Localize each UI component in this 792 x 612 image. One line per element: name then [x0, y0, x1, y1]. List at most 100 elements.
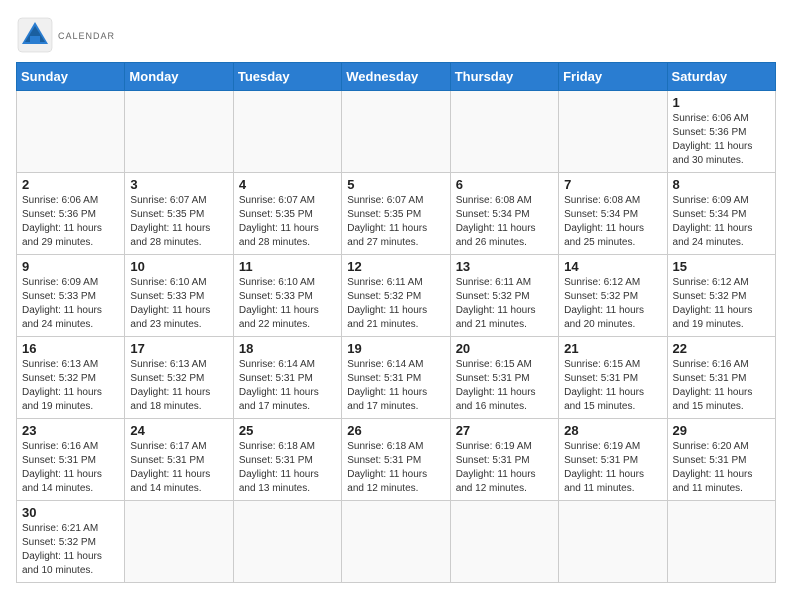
day-info: Sunrise: 6:15 AM Sunset: 5:31 PM Dayligh…	[456, 358, 553, 414]
day-number: 4	[239, 177, 336, 192]
day-number: 2	[22, 177, 119, 192]
day-info: Sunrise: 6:06 AM Sunset: 5:36 PM Dayligh…	[22, 194, 119, 250]
calendar-cell	[667, 501, 775, 583]
calendar-cell: 21 Sunrise: 6:15 AM Sunset: 5:31 PM Dayli…	[559, 337, 667, 419]
calendar-cell	[342, 501, 450, 583]
day-info: Sunrise: 6:08 AM Sunset: 5:34 PM Dayligh…	[456, 194, 553, 250]
day-number: 24	[130, 423, 227, 438]
weekday-header-thursday: Thursday	[450, 63, 558, 91]
weekday-header-wednesday: Wednesday	[342, 63, 450, 91]
day-info: Sunrise: 6:15 AM Sunset: 5:31 PM Dayligh…	[564, 358, 661, 414]
day-info: Sunrise: 6:09 AM Sunset: 5:33 PM Dayligh…	[22, 276, 119, 332]
day-info: Sunrise: 6:09 AM Sunset: 5:34 PM Dayligh…	[673, 194, 770, 250]
weekday-header-friday: Friday	[559, 63, 667, 91]
day-info: Sunrise: 6:13 AM Sunset: 5:32 PM Dayligh…	[130, 358, 227, 414]
day-info: Sunrise: 6:07 AM Sunset: 5:35 PM Dayligh…	[130, 194, 227, 250]
day-info: Sunrise: 6:11 AM Sunset: 5:32 PM Dayligh…	[456, 276, 553, 332]
day-number: 7	[564, 177, 661, 192]
day-number: 28	[564, 423, 661, 438]
day-info: Sunrise: 6:07 AM Sunset: 5:35 PM Dayligh…	[239, 194, 336, 250]
day-info: Sunrise: 6:11 AM Sunset: 5:32 PM Dayligh…	[347, 276, 444, 332]
day-number: 23	[22, 423, 119, 438]
calendar-cell: 26Sunrise: 6:18 AM Sunset: 5:31 PM Dayli…	[342, 419, 450, 501]
calendar-cell: 3 Sunrise: 6:07 AM Sunset: 5:35 PM Daylig…	[125, 173, 233, 255]
day-number: 3	[130, 177, 227, 192]
calendar-cell	[17, 91, 125, 173]
calendar-cell: 24Sunrise: 6:17 AM Sunset: 5:31 PM Dayli…	[125, 419, 233, 501]
day-number: 13	[456, 259, 553, 274]
calendar-cell: 8 Sunrise: 6:09 AM Sunset: 5:34 PM Daylig…	[667, 173, 775, 255]
day-number: 1	[673, 95, 770, 110]
day-info: Sunrise: 6:07 AM Sunset: 5:35 PM Dayligh…	[347, 194, 444, 250]
day-number: 10	[130, 259, 227, 274]
calendar-cell: 27 Sunrise: 6:19 AM Sunset: 5:31 PM Dayli…	[450, 419, 558, 501]
day-number: 15	[673, 259, 770, 274]
calendar-cell: 13 Sunrise: 6:11 AM Sunset: 5:32 PM Dayli…	[450, 255, 558, 337]
day-number: 16	[22, 341, 119, 356]
day-number: 11	[239, 259, 336, 274]
header: CALENDAR	[16, 16, 776, 54]
day-number: 25	[239, 423, 336, 438]
day-info: Sunrise: 6:19 AM Sunset: 5:31 PM Dayligh…	[564, 440, 661, 496]
day-info: Sunrise: 6:06 AM Sunset: 5:36 PM Dayligh…	[673, 112, 770, 168]
day-number: 30	[22, 505, 119, 520]
day-info: Sunrise: 6:18 AM Sunset: 5:31 PM Dayligh…	[239, 440, 336, 496]
day-number: 21	[564, 341, 661, 356]
day-info: Sunrise: 6:08 AM Sunset: 5:34 PM Dayligh…	[564, 194, 661, 250]
calendar-cell: 11 Sunrise: 6:10 AM Sunset: 5:33 PM Dayli…	[233, 255, 341, 337]
logo: CALENDAR	[16, 16, 115, 54]
calendar-cell	[559, 501, 667, 583]
day-info: Sunrise: 6:16 AM Sunset: 5:31 PM Dayligh…	[673, 358, 770, 414]
day-info: Sunrise: 6:12 AM Sunset: 5:32 PM Dayligh…	[564, 276, 661, 332]
calendar-cell: 25 Sunrise: 6:18 AM Sunset: 5:31 PM Dayli…	[233, 419, 341, 501]
calendar-table: SundayMondayTuesdayWednesdayThursdayFrid…	[16, 62, 776, 583]
calendar-cell: 29 Sunrise: 6:20 AM Sunset: 5:31 PM Dayli…	[667, 419, 775, 501]
calendar-cell: 14 Sunrise: 6:12 AM Sunset: 5:32 PM Dayli…	[559, 255, 667, 337]
day-info: Sunrise: 6:21 AM Sunset: 5:32 PM Dayligh…	[22, 522, 119, 578]
day-number: 19	[347, 341, 444, 356]
day-number: 20	[456, 341, 553, 356]
day-number: 5	[347, 177, 444, 192]
day-number: 17	[130, 341, 227, 356]
calendar-cell: 28 Sunrise: 6:19 AM Sunset: 5:31 PM Dayli…	[559, 419, 667, 501]
day-number: 18	[239, 341, 336, 356]
day-info: Sunrise: 6:20 AM Sunset: 5:31 PM Dayligh…	[673, 440, 770, 496]
calendar-cell	[342, 91, 450, 173]
calendar-cell: 5 Sunrise: 6:07 AM Sunset: 5:35 PM Daylig…	[342, 173, 450, 255]
calendar-cell: 10 Sunrise: 6:10 AM Sunset: 5:33 PM Dayli…	[125, 255, 233, 337]
calendar-cell	[233, 91, 341, 173]
calendar-cell	[450, 501, 558, 583]
day-number: 6	[456, 177, 553, 192]
calendar-cell	[233, 501, 341, 583]
day-info: Sunrise: 6:19 AM Sunset: 5:31 PM Dayligh…	[456, 440, 553, 496]
day-number: 27	[456, 423, 553, 438]
calendar-cell	[125, 501, 233, 583]
day-info: Sunrise: 6:10 AM Sunset: 5:33 PM Dayligh…	[239, 276, 336, 332]
calendar-cell: 22Sunrise: 6:16 AM Sunset: 5:31 PM Dayli…	[667, 337, 775, 419]
calendar-cell: 23 Sunrise: 6:16 AM Sunset: 5:31 PM Dayli…	[17, 419, 125, 501]
day-info: Sunrise: 6:16 AM Sunset: 5:31 PM Dayligh…	[22, 440, 119, 496]
day-info: Sunrise: 6:10 AM Sunset: 5:33 PM Dayligh…	[130, 276, 227, 332]
calendar-cell: 15 Sunrise: 6:12 AM Sunset: 5:32 PM Dayli…	[667, 255, 775, 337]
calendar-cell: 1 Sunrise: 6:06 AM Sunset: 5:36 PM Daylig…	[667, 91, 775, 173]
calendar-cell: 19Sunrise: 6:14 AM Sunset: 5:31 PM Dayli…	[342, 337, 450, 419]
day-number: 12	[347, 259, 444, 274]
calendar-cell: 17 Sunrise: 6:13 AM Sunset: 5:32 PM Dayli…	[125, 337, 233, 419]
day-info: Sunrise: 6:18 AM Sunset: 5:31 PM Dayligh…	[347, 440, 444, 496]
day-number: 14	[564, 259, 661, 274]
weekday-header-tuesday: Tuesday	[233, 63, 341, 91]
day-number: 8	[673, 177, 770, 192]
day-info: Sunrise: 6:13 AM Sunset: 5:32 PM Dayligh…	[22, 358, 119, 414]
weekday-header-monday: Monday	[125, 63, 233, 91]
day-number: 29	[673, 423, 770, 438]
weekday-header-sunday: Sunday	[17, 63, 125, 91]
calendar-cell: 9Sunrise: 6:09 AM Sunset: 5:33 PM Daylig…	[17, 255, 125, 337]
calendar-cell: 4 Sunrise: 6:07 AM Sunset: 5:35 PM Daylig…	[233, 173, 341, 255]
calendar-cell: 7 Sunrise: 6:08 AM Sunset: 5:34 PM Daylig…	[559, 173, 667, 255]
calendar-cell	[559, 91, 667, 173]
day-info: Sunrise: 6:12 AM Sunset: 5:32 PM Dayligh…	[673, 276, 770, 332]
calendar-cell	[450, 91, 558, 173]
calendar-cell: 16 Sunrise: 6:13 AM Sunset: 5:32 PM Dayli…	[17, 337, 125, 419]
weekday-header-saturday: Saturday	[667, 63, 775, 91]
calendar-cell: 6 Sunrise: 6:08 AM Sunset: 5:34 PM Daylig…	[450, 173, 558, 255]
